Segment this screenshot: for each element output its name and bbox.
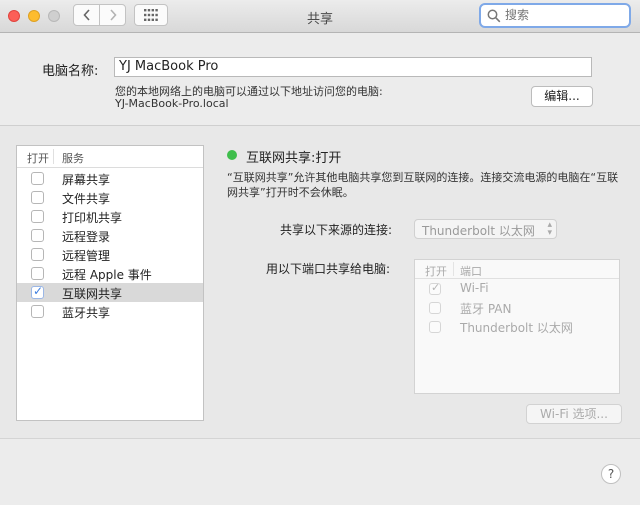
description-line-1: “互联网共享”允许其他电脑共享您到互联网的连接。连接交流电源的电脑在“互联 — [227, 171, 619, 184]
service-row[interactable]: 远程登录 — [17, 226, 203, 245]
share-ports-label: 用以下端口共享给电脑: — [266, 262, 391, 276]
wifi-options-button[interactable]: Wi-Fi 选项... — [526, 404, 622, 424]
port-label: 蓝牙 PAN — [460, 302, 512, 316]
computer-name-field[interactable]: YJ MacBook Pro — [114, 57, 592, 77]
service-row[interactable]: 屏幕共享 — [17, 169, 203, 188]
service-label: 远程 Apple 事件 — [62, 268, 152, 282]
computer-name-section — [0, 33, 640, 126]
local-hostname: YJ-MacBook-Pro.local — [115, 97, 229, 110]
service-row[interactable]: 文件共享 — [17, 188, 203, 207]
column-divider — [53, 149, 54, 164]
search-field[interactable] — [479, 3, 631, 28]
checkmark-icon: ✓ — [33, 284, 44, 298]
up-down-arrows-icon: ▴ ▾ — [547, 220, 552, 238]
service-label: 蓝牙共享 — [62, 306, 111, 320]
service-label: 远程管理 — [62, 249, 111, 263]
port-checkbox[interactable] — [429, 321, 441, 333]
port-checkbox[interactable] — [429, 302, 441, 314]
port-label: Wi-Fi — [460, 281, 489, 295]
column-header-on[interactable]: 打开 — [27, 150, 49, 166]
checkmark-icon: ✓ — [431, 281, 441, 294]
service-row[interactable]: 远程 Apple 事件 — [17, 264, 203, 283]
service-row[interactable]: 远程管理 — [17, 245, 203, 264]
port-row[interactable]: 蓝牙 PAN — [415, 299, 619, 318]
service-label: 文件共享 — [62, 192, 111, 206]
service-checkbox[interactable] — [31, 172, 44, 185]
service-list: 打开 服务 屏幕共享文件共享打印机共享远程登录远程管理远程 Apple 事件 ✓ 互… — [16, 145, 204, 421]
search-icon — [487, 9, 501, 23]
service-label: 互联网共享 — [62, 287, 123, 301]
service-label: 远程登录 — [62, 230, 111, 244]
service-row[interactable]: 蓝牙共享 — [17, 302, 203, 321]
column-divider — [453, 262, 454, 276]
share-source-select[interactable]: Thunderbolt 以太网 ▴ ▾ — [414, 219, 557, 239]
port-row[interactable]: ✓ Wi-Fi — [415, 280, 619, 299]
ports-list-header: 打开 端口 — [415, 260, 619, 279]
service-row[interactable]: ✓ 互联网共享 — [17, 283, 203, 302]
description-line-2: 网共享”打开时不会休眠。 — [227, 186, 354, 199]
service-row[interactable]: 打印机共享 — [17, 207, 203, 226]
share-source-label: 共享以下来源的连接: — [280, 223, 393, 237]
service-checkbox[interactable] — [31, 229, 44, 242]
service-checkbox[interactable] — [31, 248, 44, 261]
computer-name-label: 电脑名称: — [42, 64, 99, 79]
port-label: Thunderbolt 以太网 — [460, 321, 573, 335]
service-checkbox[interactable] — [31, 267, 44, 280]
service-checkbox[interactable] — [31, 305, 44, 318]
service-checkbox[interactable] — [31, 210, 44, 223]
service-label: 屏幕共享 — [62, 173, 111, 187]
edit-button[interactable]: 编辑... — [531, 86, 593, 107]
port-checkbox[interactable]: ✓ — [429, 281, 441, 295]
help-button[interactable]: ? — [601, 464, 621, 484]
ports-column-header-on[interactable]: 打开 — [425, 263, 447, 279]
status-indicator-icon — [227, 150, 237, 160]
service-checkbox[interactable]: ✓ — [31, 284, 44, 299]
service-label: 打印机共享 — [62, 211, 123, 225]
bottom-area — [0, 438, 640, 505]
search-input[interactable] — [505, 8, 623, 22]
service-list-header: 打开 服务 — [17, 146, 203, 168]
column-header-service[interactable]: 服务 — [62, 150, 84, 166]
port-row[interactable]: Thunderbolt 以太网 — [415, 318, 619, 337]
service-checkbox[interactable] — [31, 191, 44, 204]
title-bar: 共享 — [0, 0, 640, 33]
ports-column-header-port[interactable]: 端口 — [460, 263, 482, 279]
status-text: 互联网共享:打开 — [246, 151, 342, 166]
ports-list: 打开 端口 ✓ Wi-Fi 蓝牙 PAN Thunderbolt 以太网 — [414, 259, 620, 394]
share-source-value: Thunderbolt 以太网 — [422, 224, 535, 238]
